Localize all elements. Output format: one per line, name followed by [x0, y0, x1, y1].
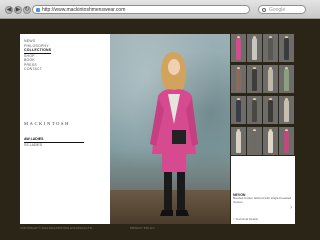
thumbnail-look-2[interactable]: [247, 34, 262, 62]
next-arrow-icon[interactable]: ›: [290, 205, 292, 211]
address-text: http://www.mackintoshmenswear.com: [42, 7, 126, 13]
brand-logo[interactable]: MACKINTOSH: [24, 121, 70, 126]
footer: COPYRIGHT © 2010 MACKINTOSH HOLDINGS LTD…: [20, 226, 300, 232]
site-icon: [36, 8, 40, 12]
subnav-item-ss-ladies[interactable]: SS LADIES: [24, 143, 84, 148]
thumbnail-look-8[interactable]: [279, 65, 294, 93]
hero-image: [110, 34, 230, 224]
thumbnail-look-12[interactable]: [279, 96, 294, 124]
search-icon: [262, 8, 266, 12]
thumbnail-look-7[interactable]: [263, 65, 278, 93]
back-button[interactable]: ◀: [5, 6, 13, 14]
thumbnail-look-13[interactable]: [231, 127, 246, 155]
search-input[interactable]: Google: [258, 5, 306, 14]
thumbnail-look-5[interactable]: [231, 65, 246, 93]
thumbnail-look-4[interactable]: [279, 34, 294, 62]
thumbnail-look-10[interactable]: [247, 96, 262, 124]
copyright-text: COPYRIGHT © 2010 MACKINTOSH HOLDINGS LTD…: [20, 226, 93, 230]
privacy-policy-link[interactable]: PRIVACY POLICY: [130, 226, 155, 230]
search-placeholder: Google: [269, 7, 286, 13]
address-bar[interactable]: http://www.mackintoshmenswear.com: [32, 5, 250, 14]
nav-item-contact[interactable]: CONTACT: [24, 67, 51, 72]
thumbnail-look-9[interactable]: [231, 96, 246, 124]
reload-button[interactable]: ↻: [23, 6, 31, 14]
collection-subnav: AW LADIES SS LADIES: [24, 137, 84, 147]
thumbnail-look-3[interactable]: [263, 34, 278, 62]
product-info-panel: NEVON Bonded Cotton tailored with single…: [231, 156, 295, 224]
thumbnail-look-14[interactable]: [247, 127, 262, 155]
thumbnail-look-1[interactable]: [231, 34, 246, 62]
main-nav: NEWS PHILOSOPHY COLLECTIONS SHOP BOOK PR…: [24, 39, 52, 72]
thumbnail-look-11[interactable]: [263, 96, 278, 124]
model-figure: [150, 52, 198, 216]
thumbnail-look-16[interactable]: [279, 127, 294, 155]
thumbnail-look-15[interactable]: [263, 127, 278, 155]
left-panel: NEWS PHILOSOPHY COLLECTIONS SHOP BOOK PR…: [20, 34, 110, 224]
thumbnail-grid: [231, 34, 295, 156]
technical-details-link[interactable]: < Technical Details: [233, 217, 258, 221]
thumbnail-look-6[interactable]: [247, 65, 262, 93]
forward-button[interactable]: ▶: [14, 6, 22, 14]
browser-toolbar: ◀ ▶ ↻ http://www.mackintoshmenswear.com …: [0, 0, 320, 19]
product-description: Bonded Cotton tailored with single-breas…: [233, 196, 292, 204]
